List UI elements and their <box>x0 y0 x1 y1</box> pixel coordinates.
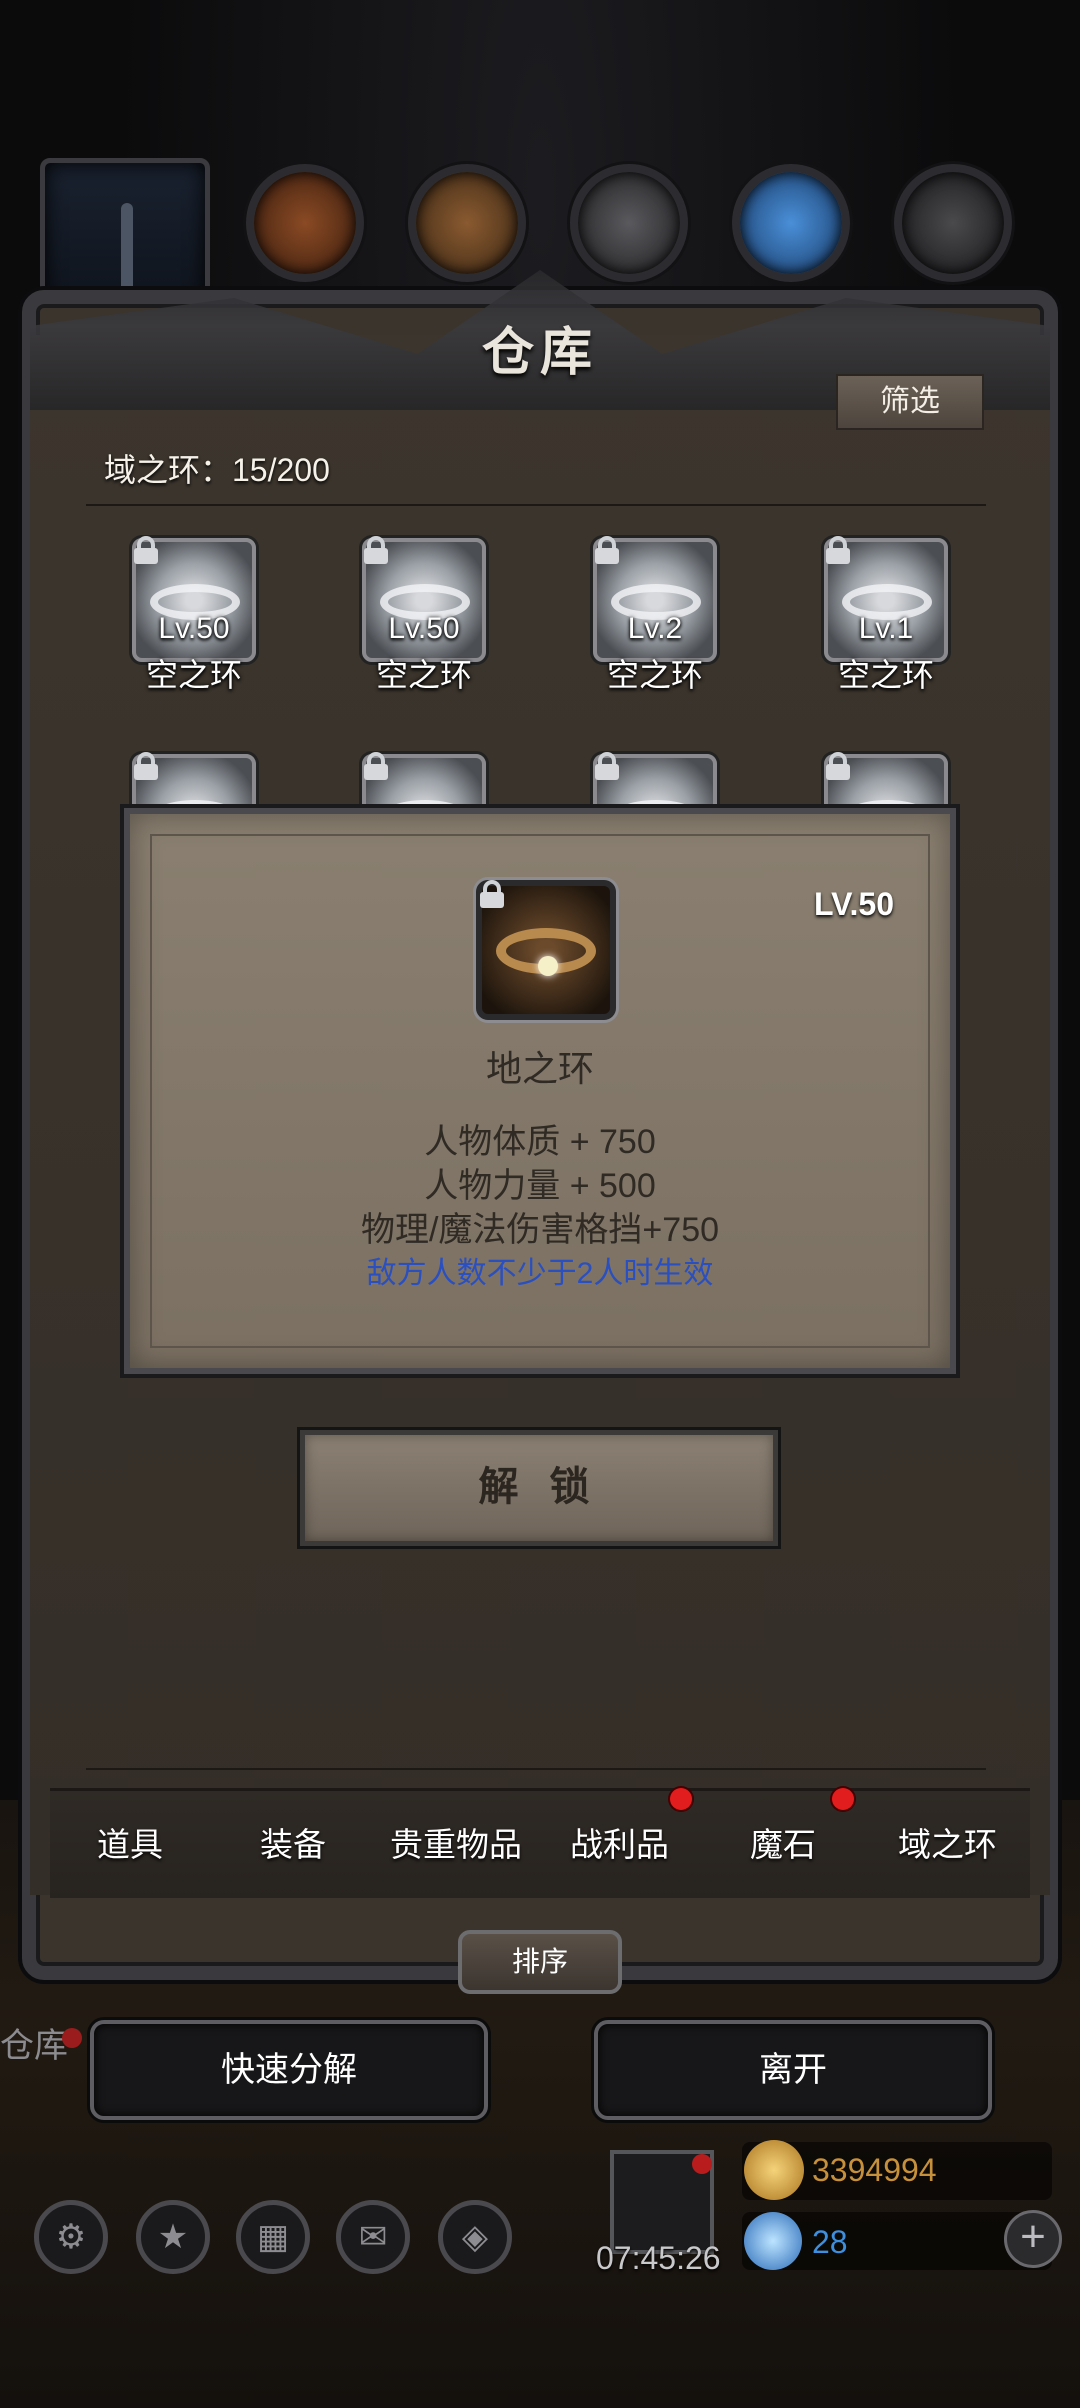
ring-capacity-count: 域之环：15/200 <box>104 452 330 488</box>
lock-icon <box>824 536 852 564</box>
leave-button[interactable]: 离开 <box>594 2020 992 2120</box>
side-warehouse-label: 仓库 <box>0 2027 68 2065</box>
unlock-button[interactable]: 解 锁 <box>300 1430 778 1546</box>
quick-disassemble-button[interactable]: 快速分解 <box>90 2020 488 2120</box>
crystal-resource-icon[interactable] <box>732 164 850 282</box>
tab-equipment[interactable]: 装备 <box>260 1818 326 1866</box>
gold-amount: 3394994 <box>812 2152 937 2188</box>
lock-icon <box>132 536 160 564</box>
item-detail-popup: LV.50 地之环 人物体质 + 750 人物力量 + 500 物理/魔法伤害格… <box>124 808 956 1374</box>
settings-icon[interactable]: ⚙ <box>34 2200 108 2274</box>
stone-resource-icon[interactable] <box>894 164 1012 282</box>
hero-figure <box>121 203 133 293</box>
gem-amount: 28 <box>812 2224 848 2260</box>
category-tab-bar <box>50 1788 1030 1898</box>
tab-loot[interactable]: 战利品 <box>570 1818 669 1866</box>
earth-ring-icon <box>476 880 616 1020</box>
mail-icon[interactable]: ✉ <box>336 2200 410 2274</box>
backpack-icon[interactable]: ◈ <box>438 2200 512 2274</box>
add-currency-button[interactable]: + <box>1004 2210 1062 2268</box>
popup-condition: 敌方人数不少于2人时生效 <box>366 1257 714 1290</box>
ring-gem <box>538 956 558 976</box>
gift-timer: 07:45:26 <box>596 2240 721 2276</box>
item-level: Lv.50 <box>158 612 230 645</box>
iron-resource-icon[interactable] <box>570 164 688 282</box>
sort-button[interactable]: 排序 <box>458 1930 622 1994</box>
notification-dot <box>832 1788 854 1810</box>
lock-icon <box>132 752 160 780</box>
lock-icon <box>593 536 621 564</box>
gold-coin-icon <box>744 2140 804 2200</box>
tab-domain-ring[interactable]: 域之环 <box>898 1818 997 1866</box>
tab-items[interactable]: 道具 <box>97 1818 163 1866</box>
notification-dot <box>62 2028 82 2048</box>
popup-item-level: LV.50 <box>813 886 894 922</box>
item-name: 空之环 <box>837 657 934 693</box>
divider <box>86 504 986 506</box>
filter-button[interactable]: 筛选 <box>836 374 984 430</box>
popup-stat: 物理/魔法伤害格挡+750 <box>360 1211 720 1249</box>
wood-resource-icon[interactable] <box>246 164 364 282</box>
item-name: 空之环 <box>606 657 703 693</box>
lock-icon <box>478 880 506 908</box>
item-name: 空之环 <box>375 657 472 693</box>
item-level: Lv.2 <box>627 612 683 645</box>
notification-dot <box>670 1788 692 1810</box>
item-level: Lv.50 <box>388 612 460 645</box>
divider <box>86 1768 986 1770</box>
item-name: 空之环 <box>145 657 242 693</box>
popup-item-name: 地之环 <box>485 1048 594 1089</box>
notification-dot <box>692 2154 712 2174</box>
lock-icon <box>362 536 390 564</box>
tab-valuables[interactable]: 贵重物品 <box>390 1818 522 1866</box>
lock-icon <box>593 752 621 780</box>
popup-stat: 人物体质 + 750 <box>424 1123 656 1161</box>
lumber-resource-icon[interactable] <box>408 164 526 282</box>
lock-icon <box>824 752 852 780</box>
popup-stat: 人物力量 + 500 <box>424 1167 656 1205</box>
medal-icon[interactable]: ★ <box>136 2200 210 2274</box>
item-level: Lv.1 <box>858 612 914 645</box>
tab-magic-stone[interactable]: 魔石 <box>750 1818 816 1866</box>
lock-icon <box>362 752 390 780</box>
map-icon[interactable]: ▦ <box>236 2200 310 2274</box>
gem-icon <box>744 2212 802 2270</box>
